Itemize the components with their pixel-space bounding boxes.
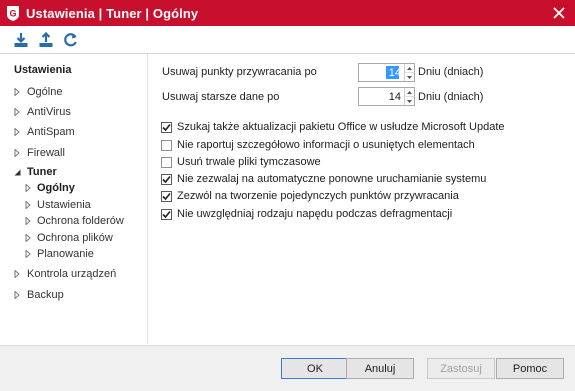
checkbox-unchecked[interactable] <box>161 156 172 168</box>
restore-points-unit: Dniu (dniach) <box>418 66 484 78</box>
expand-arrow-icon <box>25 181 33 195</box>
checkbox-checked[interactable] <box>161 190 172 202</box>
apply-button[interactable]: Zastosuj <box>427 358 495 379</box>
option-checkbox-row[interactable]: Szukaj także aktualizacji pakietu Office… <box>161 120 505 134</box>
dialog-footer: OK Anuluj Zastosuj Pomoc <box>0 345 575 391</box>
option-checkbox-row[interactable]: Nie uwzględniaj rodzaju napędu podczas d… <box>161 207 452 221</box>
expand-arrow-icon <box>25 231 33 245</box>
svg-text:G: G <box>9 8 16 18</box>
sidebar-item-antivirus[interactable]: AntiVirus <box>14 105 71 119</box>
sidebar-subitem-label: Ochrona folderów <box>37 215 124 227</box>
restore-points-input[interactable] <box>359 64 404 81</box>
spinner-down-icon[interactable] <box>405 97 414 105</box>
option-checkbox-row[interactable]: Nie raportuj szczegółowo informacji o us… <box>161 138 475 152</box>
sidebar-item-label: Backup <box>27 289 64 301</box>
title-bar: G Ustawienia | Tuner | Ogólny <box>0 0 575 26</box>
sidebar-item-label: Ogólne <box>27 86 63 98</box>
old-data-unit: Dniu (dniach) <box>418 91 484 103</box>
gdata-logo-icon: G <box>5 5 20 22</box>
checkbox-checked[interactable] <box>161 121 172 133</box>
sidebar-item-label: AntiSpam <box>27 126 75 138</box>
checkmark-icon <box>162 175 171 183</box>
expand-arrow-icon <box>25 247 33 261</box>
sidebar-item-label: Tuner <box>27 166 57 178</box>
option-label: Nie uwzględniaj rodzaju napędu podczas d… <box>177 208 453 220</box>
option-label: Zezwól na tworzenie pojedynczych punktów… <box>177 190 459 202</box>
spinner-up-icon[interactable] <box>405 88 414 97</box>
checkbox-checked[interactable] <box>161 208 172 220</box>
collapse-arrow-icon <box>14 165 23 179</box>
spinner-up-icon[interactable] <box>405 64 414 73</box>
checkmark-icon <box>162 123 171 131</box>
settings-panel: Usuwaj punkty przywracania po Dniu (dnia… <box>148 54 575 344</box>
option-label: Nie raportuj szczegółowo informacji o us… <box>177 139 475 151</box>
sidebar-item-antispam[interactable]: AntiSpam <box>14 125 75 139</box>
toolbar <box>0 26 575 54</box>
sidebar-item-ogolne[interactable]: Ogólne <box>14 85 62 99</box>
sidebar-subitem-label: Ogólny <box>37 182 75 194</box>
option-checkbox-row[interactable]: Nie zezwalaj na automatyczne ponowne uru… <box>161 172 486 186</box>
sidebar-subitem-label: Planowanie <box>37 248 94 260</box>
sidebar-subitem-ochrona-folderow[interactable]: Ochrona folderów <box>25 214 124 228</box>
sidebar-item-backup[interactable]: Backup <box>14 288 64 302</box>
expand-arrow-icon <box>14 105 23 119</box>
option-label: Nie zezwalaj na automatyczne ponowne uru… <box>177 173 487 185</box>
option-label: Szukaj także aktualizacji pakietu Office… <box>177 121 505 133</box>
restore-points-spinner[interactable] <box>358 63 415 82</box>
spinner-down-icon[interactable] <box>405 73 414 81</box>
option-label: Usuń trwale pliki tymczasowe <box>177 156 321 168</box>
import-button[interactable] <box>12 31 30 49</box>
old-data-label: Usuwaj starsze dane po <box>162 91 280 103</box>
restore-defaults-button[interactable] <box>62 31 80 49</box>
old-data-input[interactable] <box>359 88 404 105</box>
sidebar-subitem-ochrona-plikow[interactable]: Ochrona plików <box>25 231 113 245</box>
sidebar-subitem-planowanie[interactable]: Planowanie <box>25 247 94 261</box>
ok-button[interactable]: OK <box>281 358 349 379</box>
sidebar-subitem-ustawienia[interactable]: Ustawienia <box>25 198 91 212</box>
sidebar-subitem-ogolny[interactable]: Ogólny <box>25 181 75 195</box>
expand-arrow-icon <box>14 146 23 160</box>
checkbox-unchecked[interactable] <box>161 139 172 151</box>
sidebar-subitem-label: Ochrona plików <box>37 232 113 244</box>
checkbox-checked[interactable] <box>161 173 172 185</box>
checkmark-icon <box>162 192 171 200</box>
sidebar-item-label: Firewall <box>27 147 65 159</box>
expand-arrow-icon <box>25 198 33 212</box>
old-data-spinner[interactable] <box>358 87 415 106</box>
expand-arrow-icon <box>14 125 23 139</box>
sidebar-item-label: Kontrola urządzeń <box>27 268 117 280</box>
sidebar-heading: Ustawienia <box>14 64 72 76</box>
sidebar-subitem-label: Ustawienia <box>37 199 91 211</box>
sidebar-item-label: AntiVirus <box>27 106 71 118</box>
expand-arrow-icon <box>14 267 23 281</box>
expand-arrow-icon <box>25 214 33 228</box>
option-checkbox-row[interactable]: Usuń trwale pliki tymczasowe <box>161 155 321 169</box>
help-button[interactable]: Pomoc <box>496 358 564 379</box>
expand-arrow-icon <box>14 85 23 99</box>
checkmark-icon <box>162 210 171 218</box>
sidebar-item-firewall[interactable]: Firewall <box>14 146 65 160</box>
option-checkbox-row[interactable]: Zezwól na tworzenie pojedynczych punktów… <box>161 189 459 203</box>
sidebar-item-kontrola-urzadzen[interactable]: Kontrola urządzeń <box>14 267 116 281</box>
cancel-button[interactable]: Anuluj <box>346 358 414 379</box>
import-icon <box>14 32 28 47</box>
sidebar-item-tuner[interactable]: Tuner <box>14 165 57 179</box>
close-button[interactable] <box>549 3 569 23</box>
close-icon <box>553 7 565 19</box>
restore-defaults-icon <box>64 32 77 46</box>
window-title: Ustawienia | Tuner | Ogólny <box>26 5 199 21</box>
restore-points-label: Usuwaj punkty przywracania po <box>162 66 317 78</box>
expand-arrow-icon <box>14 288 23 302</box>
export-button[interactable] <box>37 31 55 49</box>
settings-sidebar: Ustawienia Ogólne AntiVirus AntiSpam Fir… <box>0 54 148 344</box>
export-icon <box>39 31 53 47</box>
